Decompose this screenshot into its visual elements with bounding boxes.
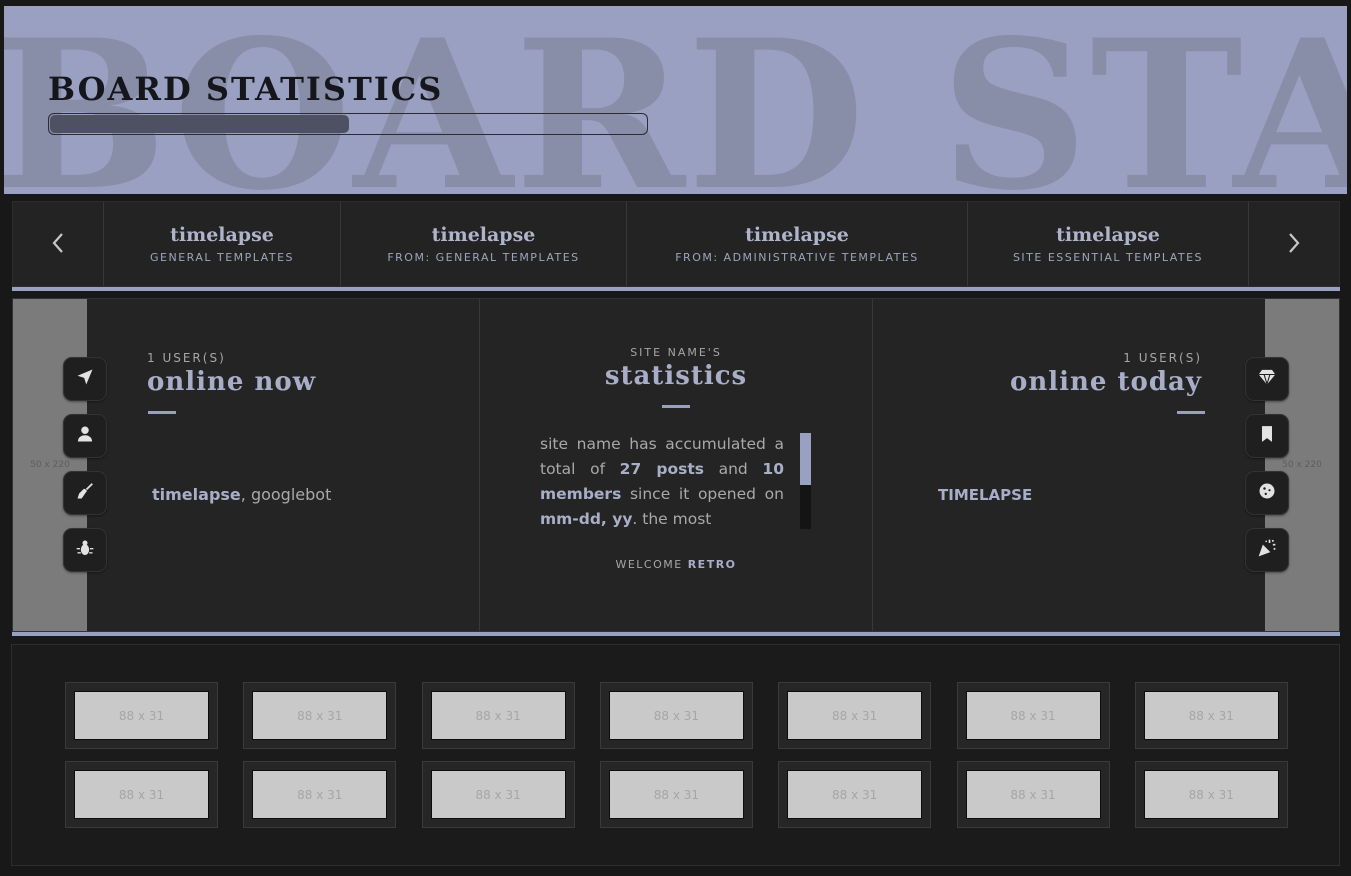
stats-divider <box>12 632 1340 636</box>
profile-button[interactable] <box>63 414 107 458</box>
affiliate-slot: 88 x 31 <box>243 682 397 749</box>
affiliate-button[interactable]: 88 x 31 <box>1143 770 1279 819</box>
affiliate-button[interactable]: 88 x 31 <box>430 770 566 819</box>
affiliate-slot: 88 x 31 <box>1134 761 1288 828</box>
clean-button[interactable] <box>63 471 107 515</box>
online-user-link[interactable]: timelapse <box>152 485 241 504</box>
welcome-label: WELCOME <box>615 558 688 571</box>
online-today-user[interactable]: TIMELAPSE <box>938 486 1032 504</box>
affiliate-button[interactable]: 88 x 31 <box>608 691 744 740</box>
posts-count: 27 posts <box>619 460 704 478</box>
affiliate-button[interactable]: 88 x 31 <box>74 691 209 740</box>
topic-forum[interactable]: FROM: ADMINISTRATIVE TEMPLATES <box>675 251 919 264</box>
affiliate-slot: 88 x 31 <box>243 761 397 828</box>
cookie-icon <box>1257 481 1277 505</box>
diamond-icon <box>1257 367 1277 391</box>
online-now-count: 1 USER(S) <box>147 351 226 365</box>
topic-title[interactable]: timelapse <box>745 224 849 246</box>
recent-topics-carousel: timelapse GENERAL TEMPLATES timelapse FR… <box>12 201 1340 287</box>
statistics-label: SITE NAME'S <box>630 346 722 359</box>
side-image-left: 50 x 220 <box>13 299 87 631</box>
affiliate-button[interactable]: 88 x 31 <box>787 770 923 819</box>
topic-title[interactable]: timelapse <box>432 224 536 246</box>
stats-text-part: . the most <box>632 510 712 528</box>
header-progress-bar <box>48 113 648 135</box>
welcome-username[interactable]: RETRO <box>688 558 737 571</box>
cookie-button[interactable] <box>1245 471 1289 515</box>
topic-item[interactable]: timelapse SITE ESSENTIAL TEMPLATES <box>967 202 1249 286</box>
affiliate-button[interactable]: 88 x 31 <box>1143 691 1279 740</box>
affiliate-button[interactable]: 88 x 31 <box>787 691 923 740</box>
statistics-text: site name has accumulated a total of 27 … <box>540 432 784 528</box>
statistics-title: statistics <box>604 361 748 391</box>
affiliate-slot: 88 x 31 <box>956 682 1110 749</box>
header-banner: BOARD STAT BOARD STATISTICS <box>4 6 1347 194</box>
topic-title[interactable]: timelapse <box>1056 224 1160 246</box>
online-now-title: online now <box>147 367 317 397</box>
topic-forum[interactable]: SITE ESSENTIAL TEMPLATES <box>1013 251 1203 264</box>
bookmark-icon <box>1257 424 1277 448</box>
user-icon <box>75 424 95 448</box>
affiliate-slot: 88 x 31 <box>778 682 932 749</box>
affiliate-button[interactable]: 88 x 31 <box>430 691 566 740</box>
affiliate-slot: 88 x 31 <box>421 761 575 828</box>
affiliate-button[interactable]: 88 x 31 <box>252 770 388 819</box>
topics-divider <box>12 287 1340 291</box>
statistics-scrollbar[interactable] <box>800 433 811 529</box>
stats-text-part: since it opened on <box>621 485 784 503</box>
online-today-column: 1 USER(S) online today TIMELAPSE <box>873 299 1266 631</box>
gem-button[interactable] <box>1245 357 1289 401</box>
statistics-column: SITE NAME'S statistics site name has acc… <box>480 299 873 631</box>
affiliate-button[interactable]: 88 x 31 <box>252 691 388 740</box>
affiliate-slot: 88 x 31 <box>599 682 753 749</box>
progress-fill <box>50 115 349 133</box>
topic-item[interactable]: timelapse FROM: ADMINISTRATIVE TEMPLATES <box>626 202 967 286</box>
affiliate-slot: 88 x 31 <box>778 761 932 828</box>
carousel-prev-button[interactable] <box>13 202 103 286</box>
opened-date: mm-dd, yy <box>540 510 633 528</box>
topic-title[interactable]: timelapse <box>170 224 274 246</box>
title-divider <box>148 411 176 414</box>
bookmark-button[interactable] <box>1245 414 1289 458</box>
online-today-count: 1 USER(S) <box>1123 351 1202 365</box>
affiliate-slot: 88 x 31 <box>599 761 753 828</box>
navigation-arrow-icon <box>75 367 95 391</box>
welcome-line: WELCOME RETRO <box>480 558 872 571</box>
title-divider <box>662 405 690 408</box>
chevron-right-icon <box>1287 227 1301 262</box>
online-now-column: 1 USER(S) online now timelapse, googlebo… <box>87 299 480 631</box>
affiliate-button[interactable]: 88 x 31 <box>965 691 1101 740</box>
affiliates-section: 88 x 31 88 x 31 88 x 31 88 x 31 88 x 31 88 x … <box>11 644 1340 866</box>
affiliate-slot: 88 x 31 <box>65 682 218 749</box>
affiliate-button[interactable]: 88 x 31 <box>74 770 209 819</box>
affiliate-slot: 88 x 31 <box>65 761 218 828</box>
online-bots: , googlebot <box>240 485 332 504</box>
scrollbar-thumb[interactable] <box>800 433 811 485</box>
page-title: BOARD STATISTICS <box>48 70 444 108</box>
affiliate-slot: 88 x 31 <box>956 761 1110 828</box>
topic-forum[interactable]: FROM: GENERAL TEMPLATES <box>387 251 579 264</box>
topic-item[interactable]: timelapse FROM: GENERAL TEMPLATES <box>340 202 626 286</box>
online-users-list: timelapse, googlebot <box>152 485 331 504</box>
navigation-button[interactable] <box>63 357 107 401</box>
bug-icon <box>75 538 95 562</box>
stats-panel: 50 x 220 50 x 220 1 USER(S) online now t… <box>12 298 1340 632</box>
carousel-next-button[interactable] <box>1249 202 1339 286</box>
topic-forum[interactable]: GENERAL TEMPLATES <box>150 251 294 264</box>
chevron-left-icon <box>51 227 65 262</box>
stats-text-part: and <box>703 460 763 478</box>
bug-report-button[interactable] <box>63 528 107 572</box>
broom-icon <box>75 481 95 505</box>
affiliate-slot: 88 x 31 <box>1134 682 1288 749</box>
online-today-title: online today <box>1010 367 1202 397</box>
topic-item[interactable]: timelapse GENERAL TEMPLATES <box>103 202 340 286</box>
affiliate-button[interactable]: 88 x 31 <box>608 770 744 819</box>
affiliate-slot: 88 x 31 <box>421 682 575 749</box>
celebrate-button[interactable] <box>1245 528 1289 572</box>
party-popper-icon <box>1257 538 1277 562</box>
side-image-right: 50 x 220 <box>1265 299 1339 631</box>
affiliate-button[interactable]: 88 x 31 <box>965 770 1101 819</box>
title-divider <box>1177 411 1205 414</box>
